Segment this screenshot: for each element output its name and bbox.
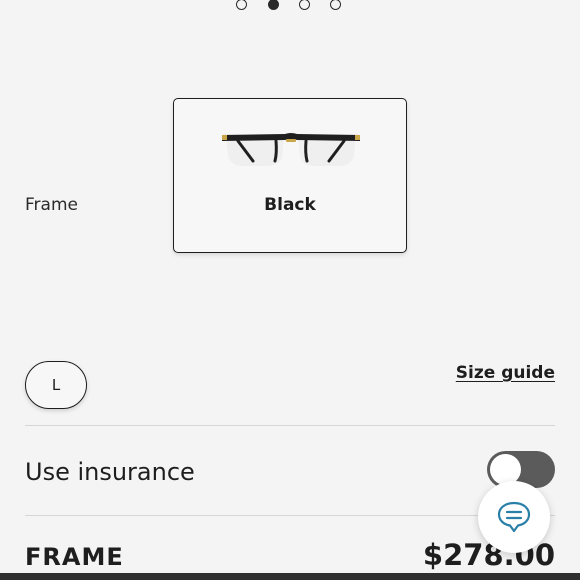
summary-label: FRAME	[25, 543, 124, 571]
insurance-label: Use insurance	[25, 458, 195, 486]
glasses-image	[222, 133, 360, 166]
chat-button[interactable]	[478, 481, 550, 553]
frame-section-label: Frame	[25, 195, 78, 215]
carousel-dot-4[interactable]	[330, 0, 341, 10]
carousel-pagination	[236, 0, 346, 14]
carousel-dot-1[interactable]	[236, 0, 247, 10]
divider	[25, 515, 555, 516]
frame-option-label: Black	[264, 195, 316, 215]
divider	[25, 425, 555, 426]
chat-bubble-icon	[497, 501, 531, 533]
size-option-l[interactable]: L	[25, 361, 87, 409]
carousel-dot-2[interactable]	[268, 0, 279, 10]
carousel-dot-3[interactable]	[299, 0, 310, 10]
frame-option-black[interactable]: Black	[173, 98, 407, 253]
bottom-bar	[0, 573, 580, 580]
size-option-label: L	[51, 376, 61, 394]
size-guide-link[interactable]: Size guide	[456, 363, 555, 383]
